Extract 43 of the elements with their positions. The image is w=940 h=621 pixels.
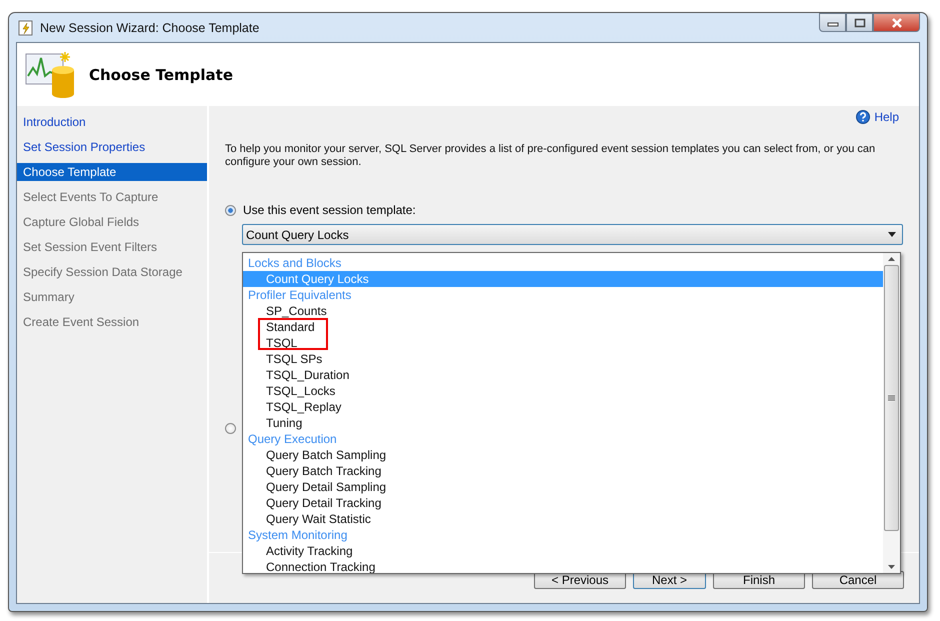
description-text: To help you monitor your server, SQL Server provides a list of pre-configured event session templates you can select from, or you can configure your own session. xyxy=(225,143,876,169)
chart-database-icon xyxy=(25,50,75,100)
maximize-icon xyxy=(854,18,866,28)
scroll-up-icon xyxy=(888,257,895,261)
group-header: Query Execution xyxy=(247,431,338,447)
template-option[interactable]: Query Batch Sampling xyxy=(243,447,883,463)
template-option[interactable]: Query Batch Tracking xyxy=(243,463,883,479)
template-option[interactable]: TSQL_Duration xyxy=(243,367,883,383)
radio-button[interactable] xyxy=(225,423,236,434)
template-option[interactable]: TSQL SPs xyxy=(243,351,883,367)
template-option[interactable]: TSQL xyxy=(243,335,883,351)
sidebar-item[interactable]: Choose Template xyxy=(17,163,207,181)
template-option[interactable]: Query Detail Tracking xyxy=(243,495,883,511)
scroll-down-icon xyxy=(888,565,895,569)
scrollbar[interactable] xyxy=(883,253,900,573)
close-button[interactable] xyxy=(873,13,920,32)
template-option[interactable]: Activity Tracking xyxy=(243,543,883,559)
template-option[interactable]: Tuning xyxy=(243,415,883,431)
minimize-button[interactable] xyxy=(819,13,846,32)
app-icon xyxy=(18,20,34,36)
template-dropdown[interactable]: Count Query Locks xyxy=(242,224,903,245)
sidebar-item[interactable]: Introduction xyxy=(17,113,207,138)
maximize-button[interactable] xyxy=(846,13,873,32)
template-option[interactable]: TSQL_Locks xyxy=(243,383,883,399)
template-option[interactable]: SP_Counts xyxy=(243,303,883,319)
sidebar-item[interactable]: Set Session Properties xyxy=(17,138,207,163)
group-header: System Monitoring xyxy=(247,527,348,543)
caret-icon xyxy=(888,232,896,237)
highlight-rectangle xyxy=(258,318,328,350)
radio-label[interactable]: Use this event session template: xyxy=(243,203,416,217)
grip-icon xyxy=(888,395,895,401)
help-icon xyxy=(856,110,870,124)
template-option[interactable]: TSQL_Replay xyxy=(243,399,883,415)
template-option[interactable]: Standard xyxy=(243,319,883,335)
radio-button[interactable] xyxy=(225,204,236,216)
help-link[interactable]: Help xyxy=(856,110,899,124)
template-option[interactable]: Query Wait Statistic xyxy=(243,511,883,527)
group-header: Profiler Equivalents xyxy=(247,287,352,303)
page-title: Choose Template xyxy=(89,66,234,84)
template-option[interactable]: Query Detail Sampling xyxy=(243,479,883,495)
group-header: Locks and Blocks xyxy=(247,255,342,271)
window-title: New Session Wizard: Choose Template xyxy=(40,20,260,34)
close-icon xyxy=(890,18,904,28)
